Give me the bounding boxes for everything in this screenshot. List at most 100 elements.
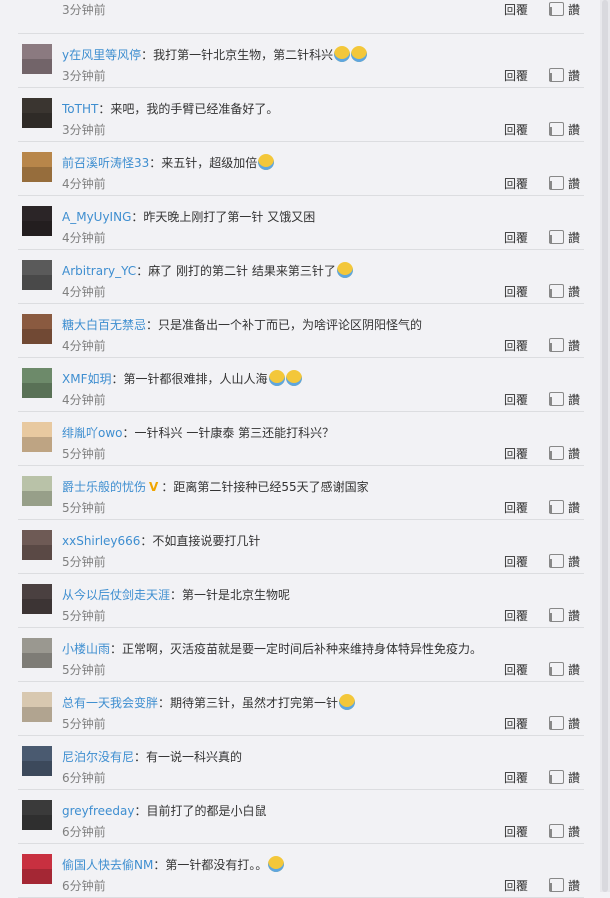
avatar[interactable] [22, 584, 52, 614]
avatar[interactable] [22, 314, 52, 344]
reply-button[interactable]: 回覆 [504, 2, 528, 18]
username-link[interactable]: y在风里等风停 [62, 48, 141, 62]
like-button[interactable]: 讚 [549, 338, 580, 354]
like-label: 讚 [568, 825, 581, 839]
like-button[interactable]: 讚 [549, 662, 580, 678]
thumbs-up-icon [549, 446, 564, 460]
like-button[interactable]: 讚 [549, 770, 580, 786]
scrollbar-thumb[interactable] [602, 0, 608, 892]
timestamp: 5分钟前 [62, 501, 106, 515]
reply-button[interactable]: 回覆 [504, 392, 528, 408]
like-label: 讚 [568, 447, 581, 461]
reply-button[interactable]: 回覆 [504, 716, 528, 732]
avatar[interactable] [22, 476, 52, 506]
username-link[interactable]: 绯胤吖owo [62, 426, 123, 440]
username-link[interactable]: 糖大白百无禁忌 [62, 318, 146, 332]
like-button[interactable]: 讚 [549, 2, 580, 18]
like-label: 讚 [568, 285, 581, 299]
username-link[interactable]: 前召溪听涛怪33 [62, 156, 149, 170]
comment-item: y在风里等风停：我打第一针北京生物，第二针科兴 3分钟前 回覆 讚 [18, 34, 584, 88]
like-button[interactable]: 讚 [549, 824, 580, 840]
thumbs-up-icon [549, 878, 564, 892]
thumbs-up-icon [549, 500, 564, 514]
reply-button[interactable]: 回覆 [504, 662, 528, 678]
timestamp: 5分钟前 [62, 717, 106, 731]
avatar[interactable] [22, 692, 52, 722]
like-button[interactable]: 讚 [549, 122, 580, 138]
avatar[interactable] [22, 206, 52, 236]
timestamp: 4分钟前 [62, 393, 106, 407]
like-button[interactable]: 讚 [549, 392, 580, 408]
avatar[interactable] [22, 530, 52, 560]
avatar[interactable] [22, 854, 52, 884]
reply-button[interactable]: 回覆 [504, 122, 528, 138]
reply-button[interactable]: 回覆 [504, 500, 528, 516]
thumbs-up-icon [549, 716, 564, 730]
like-button[interactable]: 讚 [549, 230, 580, 246]
comment-item: greyfreeday：目前打了的都是小白鼠 6分钟前 回覆 讚 [18, 790, 584, 844]
avatar[interactable] [22, 98, 52, 128]
emoji-icon [268, 370, 285, 386]
avatar[interactable] [22, 638, 52, 668]
like-button[interactable]: 讚 [549, 68, 580, 84]
thumbs-up-icon [549, 230, 564, 244]
username-link[interactable]: 爵士乐般的忧伤 [62, 480, 146, 494]
username-link[interactable]: A_MyUyING [62, 210, 131, 224]
avatar[interactable] [22, 152, 52, 182]
username-link[interactable]: 小楼山雨 [62, 642, 110, 656]
reply-button[interactable]: 回覆 [504, 176, 528, 192]
like-button[interactable]: 讚 [549, 716, 580, 732]
timestamp: 4分钟前 [62, 285, 106, 299]
timestamp: 6分钟前 [62, 825, 106, 839]
username-link[interactable]: 偷国人快去偷NM [62, 858, 153, 872]
username-link[interactable]: greyfreeday [62, 804, 135, 818]
reply-button[interactable]: 回覆 [504, 68, 528, 84]
like-button[interactable]: 讚 [549, 446, 580, 462]
avatar[interactable] [22, 368, 52, 398]
comment-line: greyfreeday：目前打了的都是小白鼠 [62, 802, 574, 820]
like-button[interactable]: 讚 [549, 608, 580, 624]
reply-button[interactable]: 回覆 [504, 230, 528, 246]
comment-line: xxShirley666：不如直接说要打几针 [62, 532, 574, 550]
emoji-icon [334, 46, 351, 62]
username-link[interactable]: 从今以后仗剑走天涯 [62, 588, 170, 602]
avatar[interactable] [22, 422, 52, 452]
comment-panel: 的，疫苗充足的地区大家且打且珍惜啊！3分钟前回覆讚y在风里等风停：我打第一针北京… [0, 0, 600, 898]
comment-line: 从今以后仗剑走天涯：第一针是北京生物呢 [62, 586, 574, 604]
username-link[interactable]: 尼泊尔没有尼 [62, 750, 134, 764]
reply-button[interactable]: 回覆 [504, 338, 528, 354]
avatar[interactable] [22, 746, 52, 776]
reply-button[interactable]: 回覆 [504, 284, 528, 300]
comment-line: Arbitrary_YC：麻了 刚打的第二针 结果来第三针了 [62, 262, 574, 280]
username-link[interactable]: xxShirley666 [62, 534, 140, 548]
reply-button[interactable]: 回覆 [504, 446, 528, 462]
like-button[interactable]: 讚 [549, 176, 580, 192]
timestamp: 4分钟前 [62, 177, 106, 191]
like-label: 讚 [568, 69, 581, 83]
comment-text: ：有一说一科兴真的 [134, 750, 243, 764]
thumbs-up-icon [549, 554, 564, 568]
comment-text: ：期待第三针，虽然才打完第一针 [158, 696, 339, 710]
reply-button[interactable]: 回覆 [504, 770, 528, 786]
reply-button[interactable]: 回覆 [504, 554, 528, 570]
reply-button[interactable]: 回覆 [504, 824, 528, 840]
like-button[interactable]: 讚 [549, 500, 580, 516]
comment-text: ：第一针是北京生物呢 [170, 588, 291, 602]
comment-item: 糖大白百无禁忌：只是准备出一个补丁而已，为啥评论区阴阳怪气的 4分钟前 回覆 讚 [18, 304, 584, 358]
comment-text: ：只是准备出一个补丁而已，为啥评论区阴阳怪气的 [146, 318, 423, 332]
timestamp: 3分钟前 [62, 69, 106, 83]
comment-line: 尼泊尔没有尼：有一说一科兴真的 [62, 748, 574, 766]
avatar[interactable] [22, 44, 52, 74]
avatar[interactable] [22, 260, 52, 290]
username-link[interactable]: 总有一天我会变胖 [62, 696, 158, 710]
like-button[interactable]: 讚 [549, 554, 580, 570]
like-label: 讚 [568, 3, 581, 17]
thumbs-up-icon [549, 770, 564, 784]
reply-button[interactable]: 回覆 [504, 608, 528, 624]
username-link[interactable]: ToTHT [62, 102, 98, 116]
avatar[interactable] [22, 800, 52, 830]
like-button[interactable]: 讚 [549, 284, 580, 300]
comment-line: XMF如玥：第一针都很难排，人山人海 [62, 370, 574, 388]
username-link[interactable]: Arbitrary_YC [62, 264, 136, 278]
username-link[interactable]: XMF如玥 [62, 372, 111, 386]
